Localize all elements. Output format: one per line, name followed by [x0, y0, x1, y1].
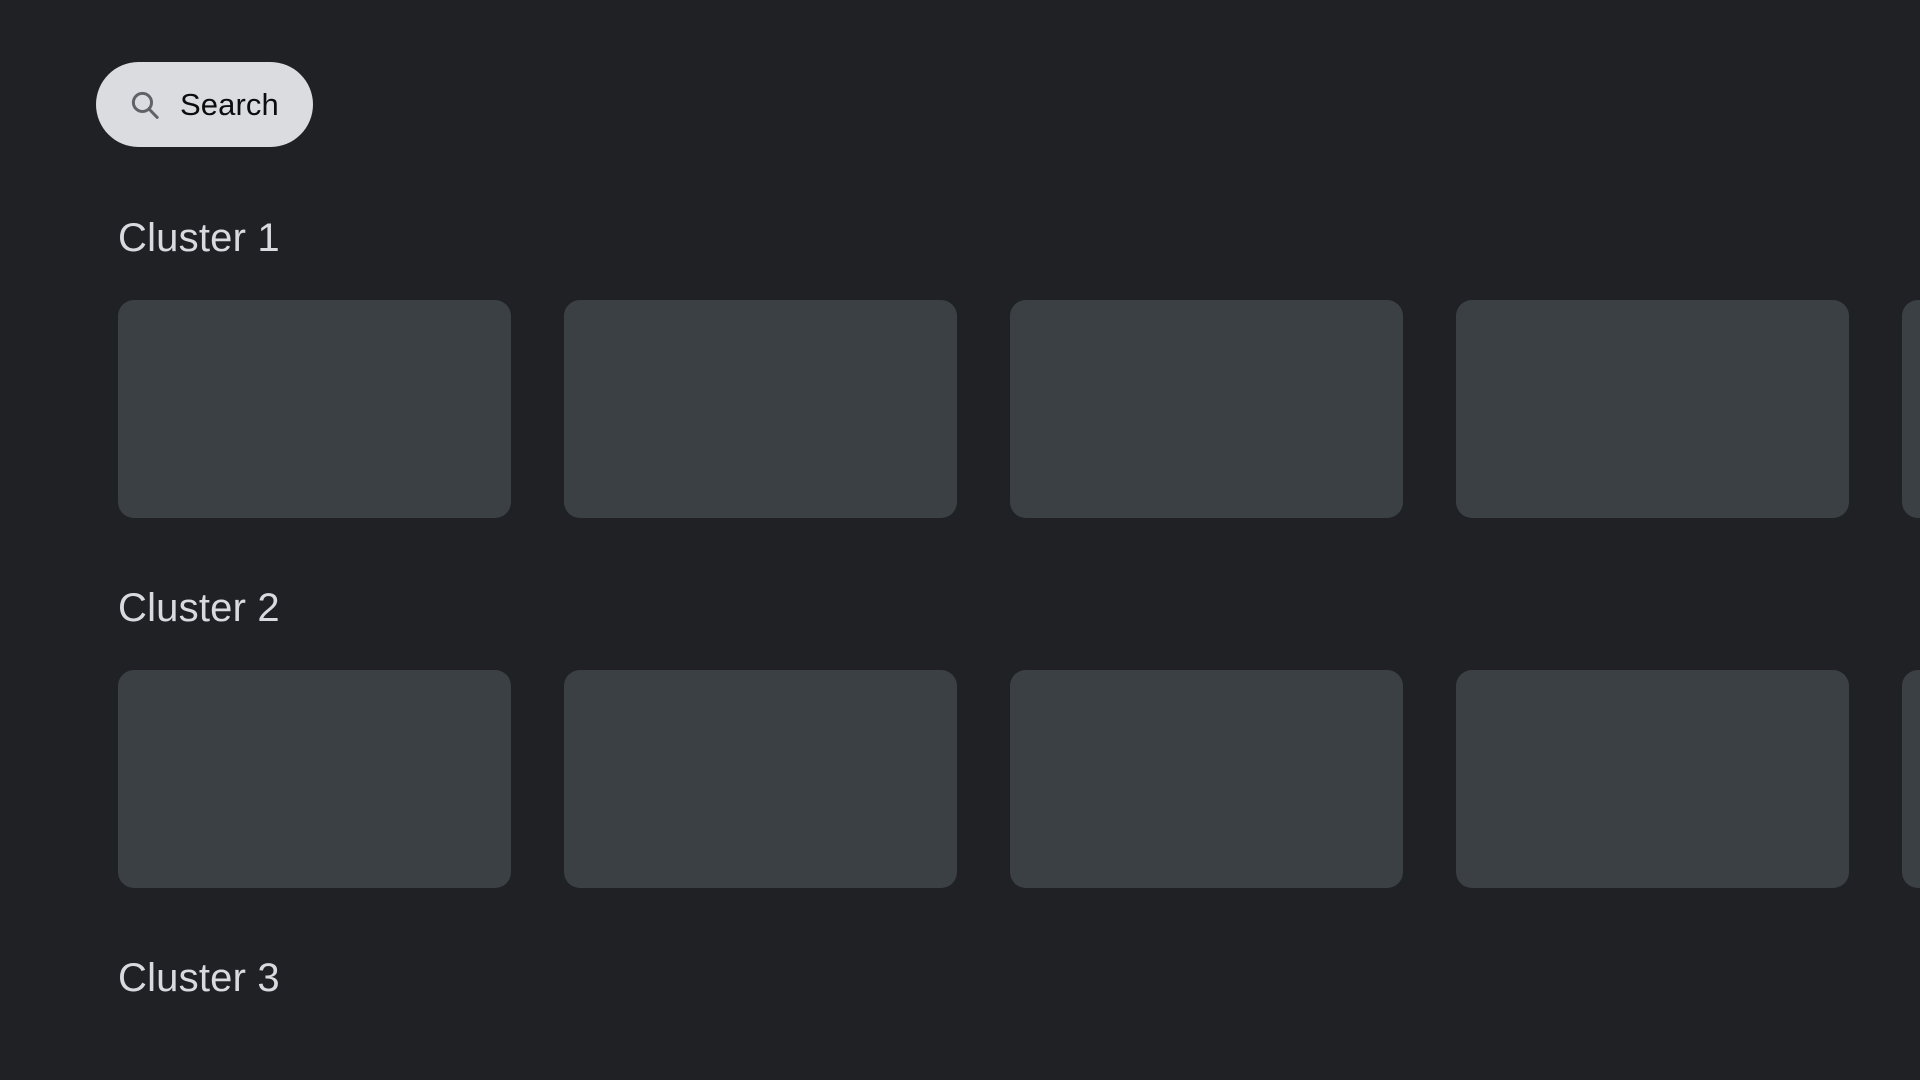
card-item[interactable]: [564, 300, 957, 518]
card-item[interactable]: [1902, 670, 1920, 888]
card-item[interactable]: [118, 670, 511, 888]
app-root: Search Cluster 1 Cluster 2 Cluster 3: [0, 0, 1920, 1080]
cluster-title-3: Cluster 3: [118, 956, 280, 1000]
card-item[interactable]: [1010, 300, 1403, 518]
search-button[interactable]: Search: [96, 62, 313, 147]
search-bar-container: Search: [96, 62, 313, 147]
card-item[interactable]: [1010, 670, 1403, 888]
cluster-section-3: Cluster 3: [0, 958, 1920, 998]
cluster-section-1: Cluster 1: [0, 196, 1920, 518]
card-row-1[interactable]: [0, 300, 1920, 518]
cluster-title-1: Cluster 1: [118, 216, 280, 260]
card-item[interactable]: [564, 670, 957, 888]
cluster-list: Cluster 1 Cluster 2 Cluster 3: [0, 196, 1920, 998]
card-item[interactable]: [1902, 300, 1920, 518]
cluster-section-2: Cluster 2: [0, 588, 1920, 888]
card-item[interactable]: [118, 300, 511, 518]
card-row-2[interactable]: [0, 670, 1920, 888]
search-button-label: Search: [180, 87, 279, 122]
card-item[interactable]: [1456, 670, 1849, 888]
search-icon: [128, 88, 162, 122]
card-item[interactable]: [1456, 300, 1849, 518]
cluster-title-2: Cluster 2: [118, 586, 280, 630]
